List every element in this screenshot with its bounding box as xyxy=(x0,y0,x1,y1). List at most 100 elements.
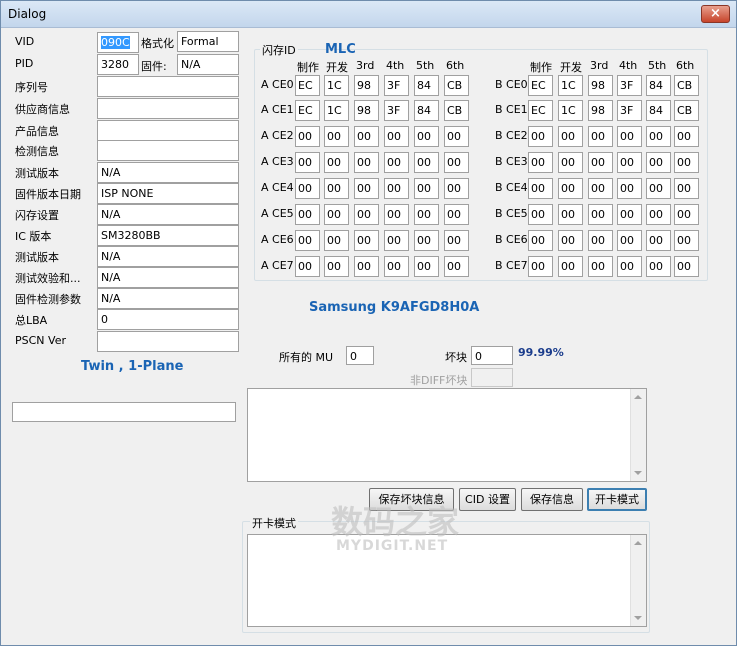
flash-id-cell[interactable]: 84 xyxy=(646,75,671,96)
flash-id-cell[interactable]: 00 xyxy=(674,230,699,251)
flash-id-cell[interactable]: 00 xyxy=(528,230,553,251)
flash-id-cell[interactable]: 98 xyxy=(354,75,379,96)
flash-id-cell[interactable]: CB xyxy=(444,100,469,121)
flash-id-cell[interactable]: 3F xyxy=(384,75,409,96)
flash-id-cell[interactable]: 00 xyxy=(588,256,613,277)
flash-id-cell[interactable]: 00 xyxy=(354,152,379,173)
flash-id-cell[interactable]: 00 xyxy=(295,230,320,251)
save-info-button[interactable]: 保存信息 xyxy=(521,488,583,511)
field-value[interactable]: N/A xyxy=(97,288,239,309)
field-value[interactable]: N/A xyxy=(97,204,239,225)
flash-id-cell[interactable]: EC xyxy=(295,100,320,121)
field-value[interactable]: N/A xyxy=(97,162,239,183)
flash-id-cell[interactable]: 00 xyxy=(354,256,379,277)
flash-id-cell[interactable]: 98 xyxy=(354,100,379,121)
flash-id-cell[interactable]: 00 xyxy=(674,204,699,225)
scroll-up-icon[interactable] xyxy=(634,395,642,399)
flash-id-cell[interactable]: 00 xyxy=(295,152,320,173)
flash-id-cell[interactable]: 00 xyxy=(444,230,469,251)
flash-id-cell[interactable]: 1C xyxy=(558,75,583,96)
card-mode-scrollbar[interactable] xyxy=(630,535,646,626)
field-value[interactable]: 090C xyxy=(97,32,139,53)
flash-id-cell[interactable]: 00 xyxy=(444,204,469,225)
flash-id-cell[interactable]: 00 xyxy=(528,204,553,225)
flash-id-cell[interactable]: 00 xyxy=(384,152,409,173)
flash-id-cell[interactable]: 00 xyxy=(444,126,469,147)
flash-id-cell[interactable]: 00 xyxy=(617,178,642,199)
flash-id-cell[interactable]: 00 xyxy=(414,256,439,277)
flash-id-cell[interactable]: 00 xyxy=(384,126,409,147)
flash-id-cell[interactable]: 84 xyxy=(414,100,439,121)
flash-id-cell[interactable]: 1C xyxy=(324,75,349,96)
flash-id-cell[interactable]: 00 xyxy=(588,126,613,147)
flash-id-cell[interactable]: 00 xyxy=(646,230,671,251)
flash-id-cell[interactable]: 00 xyxy=(414,230,439,251)
format-field[interactable]: Formal xyxy=(177,31,239,52)
flash-id-cell[interactable]: 00 xyxy=(384,256,409,277)
flash-id-cell[interactable]: 00 xyxy=(414,178,439,199)
log-textarea[interactable] xyxy=(247,388,647,482)
flash-id-cell[interactable]: 00 xyxy=(588,178,613,199)
flash-id-cell[interactable]: 00 xyxy=(414,152,439,173)
field-value[interactable] xyxy=(97,140,239,161)
flash-id-cell[interactable]: 00 xyxy=(617,256,642,277)
status-field[interactable] xyxy=(12,402,236,422)
flash-id-cell[interactable]: 00 xyxy=(528,256,553,277)
field-value[interactable] xyxy=(97,98,239,119)
flash-id-cell[interactable]: EC xyxy=(528,100,553,121)
flash-id-cell[interactable]: 00 xyxy=(444,256,469,277)
flash-id-cell[interactable]: 00 xyxy=(674,126,699,147)
field-value[interactable]: N/A xyxy=(97,246,239,267)
flash-id-cell[interactable]: 1C xyxy=(324,100,349,121)
flash-id-cell[interactable]: 00 xyxy=(354,204,379,225)
flash-id-cell[interactable]: 98 xyxy=(588,75,613,96)
flash-id-cell[interactable]: 00 xyxy=(354,178,379,199)
flash-id-cell[interactable]: 00 xyxy=(324,230,349,251)
flash-id-cell[interactable]: 00 xyxy=(354,230,379,251)
flash-id-cell[interactable]: 00 xyxy=(384,230,409,251)
flash-id-cell[interactable]: 00 xyxy=(295,178,320,199)
flash-id-cell[interactable]: 00 xyxy=(617,152,642,173)
firmware-field[interactable]: N/A xyxy=(177,54,239,75)
flash-id-cell[interactable]: 00 xyxy=(444,178,469,199)
flash-id-cell[interactable]: 00 xyxy=(588,204,613,225)
flash-id-cell[interactable]: 00 xyxy=(414,204,439,225)
flash-id-cell[interactable]: 00 xyxy=(295,256,320,277)
flash-id-cell[interactable]: 00 xyxy=(558,178,583,199)
cid-settings-button[interactable]: CID 设置 xyxy=(459,488,516,511)
scroll-up-icon[interactable] xyxy=(634,541,642,545)
bad-block-field[interactable]: 0 xyxy=(471,346,513,365)
flash-id-cell[interactable]: 00 xyxy=(617,204,642,225)
flash-id-cell[interactable]: 1C xyxy=(558,100,583,121)
flash-id-cell[interactable]: 00 xyxy=(324,204,349,225)
field-value[interactable]: 3280 xyxy=(97,54,139,75)
flash-id-cell[interactable]: 00 xyxy=(324,256,349,277)
flash-id-cell[interactable]: CB xyxy=(674,75,699,96)
flash-id-cell[interactable]: 00 xyxy=(646,152,671,173)
flash-id-cell[interactable]: 00 xyxy=(528,178,553,199)
flash-id-cell[interactable]: 00 xyxy=(558,204,583,225)
flash-id-cell[interactable]: 00 xyxy=(617,126,642,147)
flash-id-cell[interactable]: 00 xyxy=(646,126,671,147)
flash-id-cell[interactable]: 00 xyxy=(646,178,671,199)
scroll-down-icon[interactable] xyxy=(634,471,642,475)
field-value[interactable]: SM3280BB xyxy=(97,225,239,246)
flash-id-cell[interactable]: 00 xyxy=(384,204,409,225)
flash-id-cell[interactable]: 00 xyxy=(617,230,642,251)
flash-id-cell[interactable]: 00 xyxy=(674,256,699,277)
flash-id-cell[interactable]: 98 xyxy=(588,100,613,121)
flash-id-cell[interactable]: 00 xyxy=(528,126,553,147)
flash-id-cell[interactable]: 00 xyxy=(558,230,583,251)
flash-id-cell[interactable]: 00 xyxy=(646,204,671,225)
flash-id-cell[interactable]: 00 xyxy=(354,126,379,147)
mu-field[interactable]: 0 xyxy=(346,346,374,365)
flash-id-cell[interactable]: 84 xyxy=(646,100,671,121)
flash-id-cell[interactable]: 00 xyxy=(324,126,349,147)
flash-id-cell[interactable]: CB xyxy=(674,100,699,121)
card-mode-button[interactable]: 开卡模式 xyxy=(587,488,647,511)
field-value[interactable]: ISP NONE xyxy=(97,183,239,204)
flash-id-cell[interactable]: 3F xyxy=(617,75,642,96)
flash-id-cell[interactable]: 00 xyxy=(324,178,349,199)
log-scrollbar[interactable] xyxy=(630,389,646,481)
field-value[interactable] xyxy=(97,76,239,97)
